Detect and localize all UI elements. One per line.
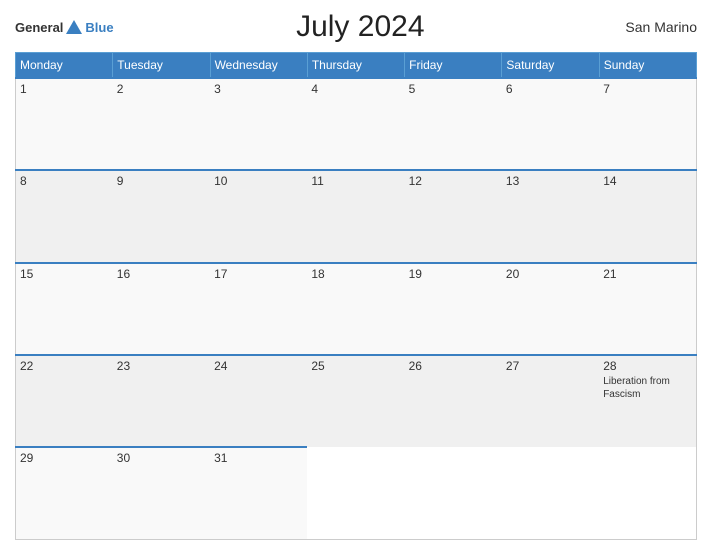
day-number: 9 [117, 174, 124, 188]
calendar-cell: 7 [599, 78, 696, 170]
day-number: 23 [117, 359, 130, 373]
day-number: 1 [20, 82, 27, 96]
day-number: 18 [311, 267, 324, 281]
logo-triangle-icon [66, 20, 82, 34]
calendar-week-row: 1 2 3 4 5 6 7 [16, 78, 697, 170]
header-sunday: Sunday [599, 53, 696, 79]
day-number: 21 [603, 267, 616, 281]
calendar-week-row: 29 30 31 [16, 447, 697, 539]
calendar-cell: 22 [16, 355, 113, 447]
header-friday: Friday [405, 53, 502, 79]
weekday-header-row: Monday Tuesday Wednesday Thursday Friday… [16, 53, 697, 79]
day-number: 11 [311, 174, 323, 188]
calendar-cell [599, 447, 696, 539]
day-number: 30 [117, 451, 130, 465]
day-number: 24 [214, 359, 227, 373]
calendar-cell: 20 [502, 263, 599, 355]
calendar-cell: 8 [16, 170, 113, 262]
calendar-header: General Blue July 2024 San Marino [15, 10, 697, 44]
day-number: 20 [506, 267, 519, 281]
calendar-cell: 29 [16, 447, 113, 539]
calendar-cell: 2 [113, 78, 210, 170]
logo: General Blue [15, 20, 114, 35]
calendar-cell [405, 447, 502, 539]
calendar-cell: 31 [210, 447, 307, 539]
calendar-cell: 4 [307, 78, 404, 170]
calendar-cell: 24 [210, 355, 307, 447]
calendar-table: Monday Tuesday Wednesday Thursday Friday… [15, 52, 697, 540]
day-number: 22 [20, 359, 33, 373]
calendar-cell: 11 [307, 170, 404, 262]
day-number: 29 [20, 451, 33, 465]
calendar-cell [502, 447, 599, 539]
country-name: San Marino [607, 19, 697, 35]
calendar-cell: 21 [599, 263, 696, 355]
day-number: 26 [409, 359, 422, 373]
holiday-label: Liberation from Fascism [603, 375, 692, 401]
day-number: 13 [506, 174, 519, 188]
calendar-page: General Blue July 2024 San Marino Monday… [0, 0, 712, 550]
day-number: 8 [20, 174, 27, 188]
calendar-cell: 23 [113, 355, 210, 447]
calendar-cell: 12 [405, 170, 502, 262]
calendar-week-row: 8 9 10 11 12 13 14 [16, 170, 697, 262]
calendar-week-row: 22 23 24 25 26 27 28 Liberation from Fascism [16, 355, 697, 447]
day-number: 14 [603, 174, 616, 188]
calendar-cell: 5 [405, 78, 502, 170]
logo-blue: Blue [85, 20, 113, 35]
calendar-cell: 17 [210, 263, 307, 355]
calendar-cell: 28 Liberation from Fascism [599, 355, 696, 447]
day-number: 10 [214, 174, 227, 188]
calendar-cell [307, 447, 404, 539]
calendar-cell: 14 [599, 170, 696, 262]
calendar-cell: 15 [16, 263, 113, 355]
calendar-cell: 1 [16, 78, 113, 170]
day-number: 15 [20, 267, 33, 281]
header-thursday: Thursday [307, 53, 404, 79]
day-number: 6 [506, 82, 513, 96]
day-number: 28 [603, 359, 616, 373]
day-number: 27 [506, 359, 519, 373]
header-saturday: Saturday [502, 53, 599, 79]
calendar-cell: 3 [210, 78, 307, 170]
day-number: 3 [214, 82, 221, 96]
calendar-cell: 19 [405, 263, 502, 355]
calendar-cell: 6 [502, 78, 599, 170]
logo-general: General [15, 20, 63, 35]
day-number: 31 [214, 451, 227, 465]
header-tuesday: Tuesday [113, 53, 210, 79]
calendar-title: July 2024 [114, 10, 607, 44]
day-number: 7 [603, 82, 610, 96]
day-number: 2 [117, 82, 124, 96]
day-number: 12 [409, 174, 422, 188]
calendar-cell: 16 [113, 263, 210, 355]
calendar-cell: 26 [405, 355, 502, 447]
calendar-cell: 25 [307, 355, 404, 447]
day-number: 4 [311, 82, 318, 96]
day-number: 5 [409, 82, 416, 96]
day-number: 19 [409, 267, 422, 281]
calendar-cell: 27 [502, 355, 599, 447]
header-wednesday: Wednesday [210, 53, 307, 79]
calendar-week-row: 15 16 17 18 19 20 21 [16, 263, 697, 355]
calendar-cell: 13 [502, 170, 599, 262]
calendar-cell: 30 [113, 447, 210, 539]
calendar-cell: 9 [113, 170, 210, 262]
calendar-cell: 10 [210, 170, 307, 262]
calendar-cell: 18 [307, 263, 404, 355]
day-number: 16 [117, 267, 130, 281]
day-number: 25 [311, 359, 324, 373]
day-number: 17 [214, 267, 227, 281]
header-monday: Monday [16, 53, 113, 79]
